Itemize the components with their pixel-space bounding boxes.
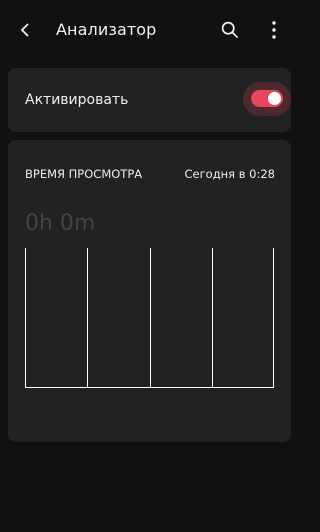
more-options-button[interactable] <box>257 13 291 47</box>
activate-label: Активировать <box>25 92 129 108</box>
app-screen: Анализатор Активировать ВРЕМЯ ПРОСМОТРА … <box>0 0 300 532</box>
usage-total: 0h 0m <box>25 211 96 236</box>
top-app-bar: Анализатор <box>0 0 300 60</box>
back-button[interactable] <box>8 13 42 47</box>
usage-chart <box>25 248 274 388</box>
toggle-thumb <box>268 92 281 105</box>
page-title: Анализатор <box>56 20 157 39</box>
screen-time-title: ВРЕМЯ ПРОСМОТРА <box>25 167 143 181</box>
back-arrow-icon <box>21 23 29 37</box>
more-vert-icon <box>272 21 276 39</box>
search-button[interactable] <box>213 13 247 47</box>
usage-timestamp: Сегодня в 0:28 <box>184 167 275 181</box>
screen-time-card: ВРЕМЯ ПРОСМОТРА Сегодня в 0:28 0h 0m <box>8 140 291 442</box>
activate-card[interactable]: Активировать <box>8 68 291 132</box>
search-icon <box>221 21 238 38</box>
